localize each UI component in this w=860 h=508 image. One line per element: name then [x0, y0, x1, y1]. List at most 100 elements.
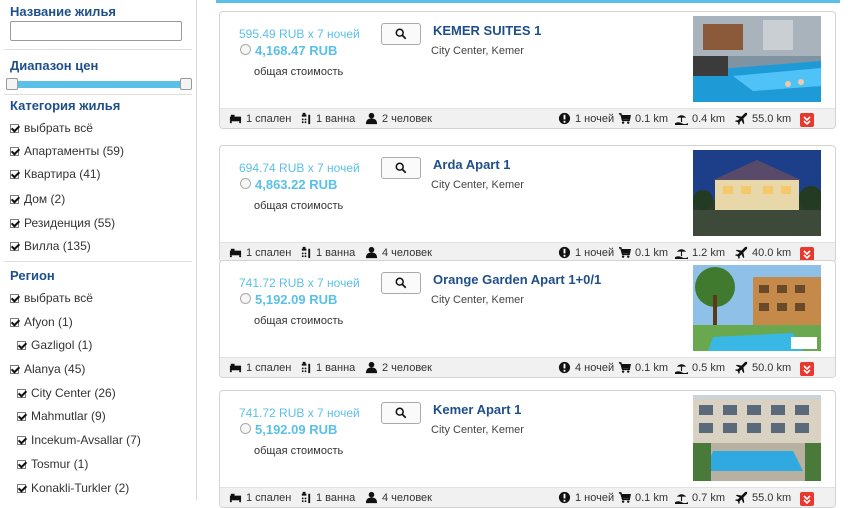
checkbox[interactable]	[10, 293, 19, 303]
price-slider-max-handle[interactable]	[180, 78, 192, 90]
region-checkbox-incekum[interactable]: Incekum-Avsallar (7)	[17, 431, 141, 449]
category-checkbox-house[interactable]: Дом (2)	[10, 190, 65, 208]
category-checkbox-residence[interactable]: Резиденция (55)	[10, 214, 115, 232]
shower-icon	[299, 112, 312, 125]
region-checkbox-afyon[interactable]: Afyon (1)	[10, 313, 73, 331]
listing-photo[interactable]	[693, 16, 821, 102]
feature-bedrooms: 1 спален	[229, 246, 291, 259]
region-label: Gazligol (1)	[31, 338, 93, 352]
feature-value: 55.0 km	[752, 112, 792, 125]
listing-card[interactable]: 595.49 RUB x 7 ночей 4,168.47 RUB общая …	[219, 11, 836, 129]
expand-button[interactable]	[800, 362, 814, 376]
region-checkbox-gazligol[interactable]: Gazligol (1)	[17, 336, 92, 354]
price-range-slider[interactable]	[12, 81, 184, 88]
region-checkbox-mahmutlar[interactable]: Mahmutlar (9)	[17, 407, 106, 425]
feature-beach-distance: 0.4 km	[675, 112, 725, 125]
listing-title[interactable]: Arda Apart 1	[433, 157, 511, 172]
feature-beach-distance: 1.2 km	[675, 246, 725, 259]
checkbox[interactable]	[10, 194, 19, 204]
select-radio[interactable]	[240, 423, 251, 434]
listing-title[interactable]: Orange Garden Apart 1+0/1	[433, 272, 601, 287]
feature-value: 1.2 km	[692, 246, 726, 259]
category-checkbox-apartments[interactable]: Апартаменты (59)	[10, 142, 124, 160]
feature-value: 1 ванна	[316, 246, 356, 259]
checkbox[interactable]	[10, 317, 19, 327]
total-price: 5,192.09 RUB	[255, 422, 338, 437]
category-title: Категория жилья	[10, 98, 121, 113]
beach-icon	[675, 246, 688, 259]
features-bar: 1 спален 1 ванна 4 человек 1 ночей 0.1 k…	[220, 487, 835, 507]
double-chevron-down-icon	[803, 249, 811, 259]
select-radio[interactable]	[240, 293, 251, 304]
feature-value: 1 ванна	[316, 491, 356, 504]
checkbox[interactable]	[17, 435, 26, 445]
checkbox[interactable]	[17, 483, 26, 493]
bed-icon	[229, 361, 242, 374]
feature-value: 0.1 km	[635, 246, 669, 259]
checkbox[interactable]	[10, 218, 19, 228]
listing-title[interactable]: Kemer Apart 1	[433, 402, 521, 417]
region-checkbox-konakli[interactable]: Konakli-Turkler (2)	[17, 479, 129, 497]
total-price: 4,863.22 RUB	[255, 177, 338, 192]
category-label: выбрать всё	[24, 121, 93, 135]
feature-guests: 4 человек	[365, 491, 432, 504]
feature-value: 0.7 km	[692, 491, 726, 504]
checkbox[interactable]	[17, 340, 26, 350]
region-title: Регион	[10, 268, 55, 283]
listing-title[interactable]: KEMER SUITES 1	[433, 23, 541, 38]
listing-photo[interactable]	[693, 265, 821, 351]
feature-bedrooms: 1 спален	[229, 361, 291, 374]
view-details-button[interactable]	[381, 23, 421, 45]
property-name-input[interactable]	[10, 21, 182, 41]
expand-button[interactable]	[800, 492, 814, 506]
shower-icon	[299, 361, 312, 374]
select-radio[interactable]	[240, 44, 251, 55]
category-label: Апартаменты (59)	[24, 144, 124, 158]
region-checkbox-alanya[interactable]: Alanya (45)	[10, 360, 85, 378]
feature-value: 1 ванна	[316, 112, 356, 125]
total-price-label: общая стоимость	[254, 315, 344, 327]
listing-card[interactable]: 741.72 RUB x 7 ночей 5,192.09 RUB общая …	[219, 390, 836, 508]
category-checkbox-villa[interactable]: Вилла (135)	[10, 237, 91, 255]
feature-value: 50.0 km	[752, 361, 792, 374]
user-icon	[365, 361, 378, 374]
cart-icon	[618, 246, 631, 259]
region-checkbox-city-center[interactable]: City Center (26)	[17, 384, 116, 402]
view-details-button[interactable]	[381, 272, 421, 294]
filter-sidebar: Название жилья Диапазон цен Категория жи…	[0, 0, 197, 500]
checkbox[interactable]	[17, 459, 26, 469]
expand-button[interactable]	[800, 113, 814, 127]
checkbox[interactable]	[17, 411, 26, 421]
region-checkbox-tosmur[interactable]: Tosmur (1)	[17, 455, 88, 473]
checkbox[interactable]	[17, 388, 26, 398]
region-label: Afyon (1)	[24, 315, 73, 329]
listing-photo[interactable]	[693, 150, 821, 236]
checkbox[interactable]	[10, 146, 19, 156]
checkbox[interactable]	[10, 169, 19, 179]
category-checkbox-flat[interactable]: Квартира (41)	[10, 165, 101, 183]
plane-icon	[735, 361, 748, 374]
expand-button[interactable]	[800, 247, 814, 261]
select-radio[interactable]	[240, 178, 251, 189]
region-label: Incekum-Avsallar (7)	[31, 433, 141, 447]
region-label: City Center (26)	[31, 386, 116, 400]
listing-card[interactable]: 741.72 RUB x 7 ночей 5,192.09 RUB общая …	[219, 260, 836, 378]
alert-icon	[558, 246, 571, 259]
feature-value: 40.0 km	[752, 246, 792, 259]
region-label: Mahmutlar (9)	[31, 409, 106, 423]
price-slider-min-handle[interactable]	[6, 78, 18, 90]
feature-value: 1 ванна	[316, 361, 356, 374]
region-checkbox-all[interactable]: выбрать всё	[10, 289, 93, 307]
view-details-button[interactable]	[381, 402, 421, 424]
checkbox[interactable]	[10, 364, 19, 374]
checkbox[interactable]	[10, 123, 19, 133]
checkbox[interactable]	[10, 241, 19, 251]
feature-value: 0.1 km	[635, 361, 669, 374]
feature-value: 0.1 km	[635, 112, 669, 125]
category-checkbox-all[interactable]: выбрать всё	[10, 119, 93, 137]
view-details-button[interactable]	[381, 157, 421, 179]
feature-value: 0.1 km	[635, 491, 669, 504]
listing-photo[interactable]	[693, 395, 821, 481]
listing-card[interactable]: 694.74 RUB x 7 ночей 4,863.22 RUB общая …	[219, 145, 836, 263]
features-bar: 1 спален 1 ванна 2 человек 4 ночей 0.1 k…	[220, 357, 835, 377]
